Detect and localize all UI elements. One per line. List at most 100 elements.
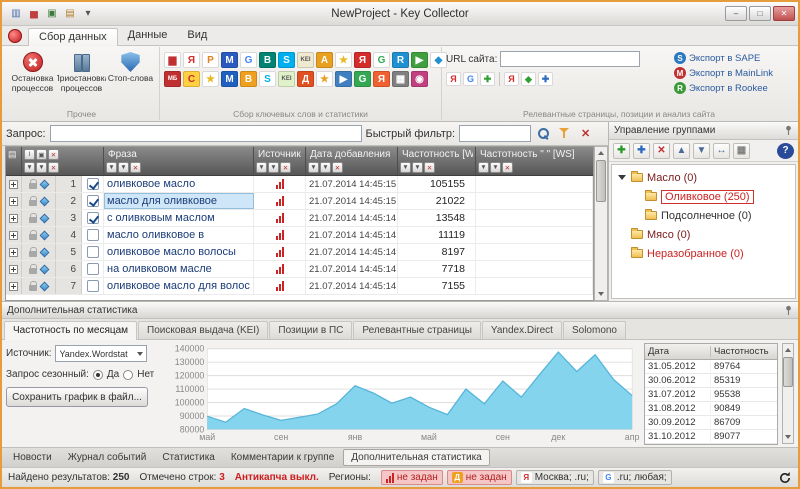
mini-table-scrollbar[interactable] [782, 343, 794, 444]
scroll-thumb[interactable] [783, 357, 793, 387]
tab-additional-statistics[interactable]: Дополнительная статистика [343, 449, 489, 466]
trends-icon[interactable]: G [354, 71, 371, 87]
clear-filter-icon[interactable]: ✕ [502, 162, 513, 173]
phrase-badge-icon[interactable] [40, 247, 50, 257]
row-checkbox[interactable] [87, 229, 99, 241]
lock-icon[interactable] [29, 183, 37, 189]
row-checkbox[interactable] [87, 195, 99, 207]
site-url-input[interactable] [500, 51, 640, 67]
close-button[interactable]: ✕ [773, 6, 795, 21]
scroll-thumb[interactable] [596, 160, 606, 202]
direct-forecast-icon[interactable]: Д [297, 71, 314, 87]
ribbon-tab-view[interactable]: Вид [177, 27, 217, 45]
clear-filter-icon[interactable]: ✕ [130, 162, 141, 173]
row-checkbox[interactable] [87, 178, 99, 190]
scroll-up-icon[interactable] [783, 345, 793, 355]
mutagen-icon[interactable]: МБ [164, 71, 181, 87]
yandex-wordstat-icon[interactable]: Я [183, 52, 200, 68]
grid-collect-icon[interactable]: ▦ [392, 71, 409, 87]
scroll-down-icon[interactable] [783, 432, 793, 442]
check-all-icon[interactable]: I [24, 149, 35, 160]
collapse-icon[interactable] [618, 173, 627, 182]
row-checkbox[interactable] [87, 246, 99, 258]
suggest2-icon[interactable]: S [259, 71, 276, 87]
row-checkbox[interactable] [87, 263, 99, 275]
scroll-down-icon[interactable] [596, 289, 606, 299]
ribbon-tab-data[interactable]: Данные [118, 27, 178, 45]
minimize-button[interactable]: – [725, 6, 747, 21]
sort-icon[interactable]: ▼ [308, 162, 319, 173]
tab-group-comments[interactable]: Комментарии к группе [224, 450, 341, 465]
tree-item[interactable]: Мясо (0) [612, 225, 795, 244]
sort-icon[interactable]: ▼ [256, 162, 267, 173]
expand-row-icon[interactable] [9, 231, 18, 240]
quick-filter-input[interactable] [459, 125, 531, 142]
stats-chart-icon[interactable]: ▅ [26, 6, 42, 22]
lock-icon[interactable] [29, 234, 37, 240]
scroll-up-icon[interactable] [596, 148, 606, 158]
maximize-button[interactable]: □ [749, 6, 771, 21]
expand-row-icon[interactable] [9, 180, 18, 189]
metrika-icon[interactable]: Я [373, 71, 390, 87]
export-rookee-link[interactable]: RЭкспорт в Rookee [674, 82, 792, 94]
header-ws-column[interactable]: Частотность [WS] ▼▼✕ [398, 147, 476, 175]
pin-icon[interactable] [784, 125, 793, 136]
phrase-badge-icon[interactable] [40, 196, 50, 206]
tab-positions[interactable]: Позиции в ПС [269, 321, 352, 339]
phrase-cell[interactable]: оливковое масло для волос [104, 278, 254, 294]
filter-icon[interactable]: ▼ [36, 162, 47, 173]
hand-collect3-icon[interactable]: ★ [316, 71, 333, 87]
yandex-positions-icon[interactable]: Я [504, 72, 519, 86]
project-icon[interactable]: ▥ [8, 6, 24, 22]
filter-icon[interactable]: ▼ [412, 162, 423, 173]
google-region-badge[interactable]: G.ru; любая; [598, 470, 672, 485]
mail-icon[interactable]: M [221, 52, 238, 68]
kei-icon[interactable]: KEI [297, 52, 314, 68]
wordstat-chart-icon[interactable]: ▆ [164, 52, 181, 68]
tab-serp-kei[interactable]: Поисковая выдача (KEI) [138, 321, 268, 339]
phrase-cell[interactable]: оливковое масло волосы [104, 244, 254, 260]
wordstat-region-badge[interactable]: не задан [381, 470, 443, 485]
tab-event-log[interactable]: Журнал событий [61, 450, 154, 465]
adwords-icon[interactable]: G [373, 52, 390, 68]
seasonal-yes-radio[interactable] [93, 370, 103, 380]
expand-row-icon[interactable] [9, 197, 18, 206]
phrase-badge-icon[interactable] [40, 281, 50, 291]
header-phrase-column[interactable]: Фраза ▼▼✕ [104, 147, 254, 175]
clear-filter-icon[interactable]: ✕ [48, 162, 59, 173]
export-sape-link[interactable]: SЭкспорт в SAPE [674, 52, 792, 64]
refresh-icon[interactable] [778, 471, 792, 485]
tree-item[interactable]: Масло (0) [612, 168, 795, 187]
filter-icon[interactable]: ▼ [320, 162, 331, 173]
transfer-phrases-icon[interactable]: ↔ [713, 143, 730, 159]
adstat-icon[interactable]: A [316, 52, 333, 68]
lock-icon[interactable] [29, 217, 37, 223]
row-checkbox[interactable] [87, 280, 99, 292]
search-plus-icon[interactable] [535, 125, 552, 142]
google-site-icon[interactable]: G [463, 72, 478, 86]
move-down-icon[interactable]: ▼ [693, 143, 710, 159]
tab-statistics[interactable]: Статистика [155, 450, 222, 465]
hand-collect-icon[interactable]: ★ [335, 52, 352, 68]
add-subgroup-icon[interactable]: ✚ [633, 143, 650, 159]
clear-query-icon[interactable]: ✕ [577, 125, 594, 142]
phrase-badge-icon[interactable] [40, 179, 50, 189]
row-checkbox[interactable] [87, 212, 99, 224]
header-ws-quoted-column[interactable]: Частотность " " [WS] ▼▼✕ [476, 147, 593, 175]
filter-icon[interactable]: ▼ [490, 162, 501, 173]
megaindex-icon[interactable]: M [221, 71, 238, 87]
tree-item[interactable]: Неразобранное (0) [612, 244, 795, 263]
tab-news[interactable]: Новости [6, 450, 59, 465]
expand-row-icon[interactable] [9, 265, 18, 274]
kei2-icon[interactable]: KEI [278, 71, 295, 87]
yandex-direct-icon[interactable]: Я [354, 52, 371, 68]
clear-filter-icon[interactable]: ✕ [332, 162, 343, 173]
columns-settings-icon[interactable]: ▤ [8, 149, 17, 160]
phrase-badge-icon[interactable] [40, 213, 50, 223]
add-url-icon[interactable]: ✚ [480, 72, 495, 86]
move-up-icon[interactable]: ▲ [673, 143, 690, 159]
invert-selection-icon[interactable]: ✕ [48, 149, 59, 160]
analyze-site-icon[interactable]: ✚ [538, 72, 553, 86]
lock-icon[interactable] [29, 251, 37, 257]
add-group-icon[interactable]: ✚ [613, 143, 630, 159]
